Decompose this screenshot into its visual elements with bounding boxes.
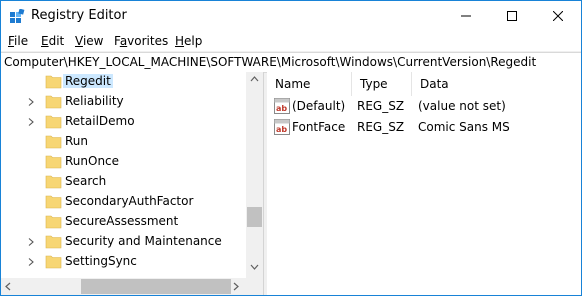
value-name: (Default)	[292, 99, 346, 113]
menu-bar: File Edit View Favorites Help	[1, 31, 581, 51]
menu-help[interactable]: Help	[175, 34, 202, 48]
value-type: REG_SZ	[357, 99, 405, 113]
maximize-icon	[507, 11, 517, 21]
tree-horizontal-scroll-thumb[interactable]	[81, 279, 231, 294]
folder-icon	[45, 255, 62, 269]
tree-item[interactable]: SettingSync	[1, 252, 246, 272]
folder-icon	[45, 75, 62, 89]
folder-icon	[45, 95, 62, 109]
folder-icon	[45, 115, 62, 129]
column-header-type[interactable]: Type	[352, 72, 412, 96]
value-row[interactable]: ab (Default) REG_SZ (value not set)	[267, 96, 581, 116]
tree-vertical-scroll-thumb[interactable]	[247, 207, 262, 227]
window-title: Registry Editor	[31, 8, 127, 23]
address-bar[interactable]: Computer\HKEY_LOCAL_MACHINE\SOFTWARE\Mic…	[1, 52, 581, 73]
value-name: FontFace	[292, 120, 346, 134]
tree-horizontal-scrollbar[interactable]	[1, 278, 246, 295]
minimize-button[interactable]	[443, 1, 489, 31]
expand-chevron-icon[interactable]	[27, 118, 35, 126]
expand-chevron-icon[interactable]	[27, 258, 35, 266]
tree-item[interactable]: SecondaryAuthFactor	[1, 192, 246, 212]
tree-item-label: SecureAssessment	[65, 214, 179, 228]
tree-item[interactable]: Security and Maintenance	[1, 232, 246, 252]
tree-item-label: RunOnce	[65, 154, 120, 168]
title-bar[interactable]: Registry Editor	[1, 1, 581, 31]
value-data: (value not set)	[418, 99, 506, 113]
folder-icon	[45, 235, 62, 249]
value-row[interactable]: ab FontFace REG_SZ Comic Sans MS	[267, 117, 581, 137]
column-header-data-label: Data	[420, 77, 449, 91]
tree-vertical-scrollbar[interactable]	[246, 72, 263, 278]
tree-item-label: Run	[65, 134, 89, 148]
tree-item-label: Regedit	[63, 74, 113, 88]
scroll-down-arrow-icon[interactable]	[250, 264, 259, 270]
string-value-icon: ab	[274, 98, 290, 114]
registry-editor-window: Registry Editor File Edit View Favorites…	[0, 0, 582, 296]
registry-editor-icon	[10, 9, 25, 23]
address-path[interactable]: Computer\HKEY_LOCAL_MACHINE\SOFTWARE\Mic…	[4, 55, 536, 69]
tree-item[interactable]: Reliability	[1, 92, 246, 112]
value-type: REG_SZ	[357, 120, 405, 134]
values-list-pane[interactable]: Name Type Data ab (Default) REG_SZ (value n…	[267, 72, 581, 295]
minimize-icon	[461, 15, 471, 17]
tree-item-label: SecondaryAuthFactor	[65, 194, 194, 208]
svg-text:ab: ab	[276, 104, 287, 113]
tree-item[interactable]: Run	[1, 132, 246, 152]
tree-item-label: RetailDemo	[65, 114, 135, 128]
menu-edit[interactable]: Edit	[41, 34, 64, 48]
scroll-corner	[246, 278, 263, 295]
close-button[interactable]	[535, 1, 581, 31]
scroll-left-arrow-icon[interactable]	[5, 282, 11, 291]
tree-item[interactable]: Regedit	[1, 72, 246, 92]
svg-text:ab: ab	[276, 125, 287, 134]
tree-item-label: SettingSync	[65, 254, 137, 268]
tree-item-label: Security and Maintenance	[65, 234, 222, 248]
scroll-right-arrow-icon[interactable]	[233, 282, 239, 291]
tree-item-label: Search	[65, 174, 107, 188]
tree-item[interactable]: Search	[1, 172, 246, 192]
tree-item[interactable]: SecureAssessment	[1, 212, 246, 232]
expand-chevron-icon[interactable]	[27, 98, 35, 106]
column-header-name-label: Name	[275, 77, 311, 91]
close-icon	[553, 11, 563, 21]
tree-item-label: Reliability	[65, 94, 124, 108]
tree-item[interactable]: RunOnce	[1, 152, 246, 172]
folder-icon	[45, 175, 62, 189]
folder-icon	[45, 195, 62, 209]
key-tree-pane[interactable]: Regedit Reliability RetailDemo Run RunOnce Se…	[1, 72, 264, 295]
menu-file[interactable]: File	[8, 34, 28, 48]
folder-icon	[45, 135, 62, 149]
column-header-type-label: Type	[360, 77, 388, 91]
column-header-name[interactable]: Name	[267, 72, 352, 96]
expand-chevron-icon[interactable]	[27, 238, 35, 246]
folder-icon	[45, 155, 62, 169]
tree-item[interactable]: RetailDemo	[1, 112, 246, 132]
string-value-icon: ab	[274, 119, 290, 135]
scroll-up-arrow-icon[interactable]	[250, 76, 259, 82]
maximize-button[interactable]	[489, 1, 535, 31]
menu-favorites[interactable]: Favorites	[114, 34, 168, 48]
column-header-data[interactable]: Data	[412, 72, 581, 96]
menu-view[interactable]: View	[75, 34, 103, 48]
folder-icon	[45, 215, 62, 229]
value-data: Comic Sans MS	[418, 120, 510, 134]
